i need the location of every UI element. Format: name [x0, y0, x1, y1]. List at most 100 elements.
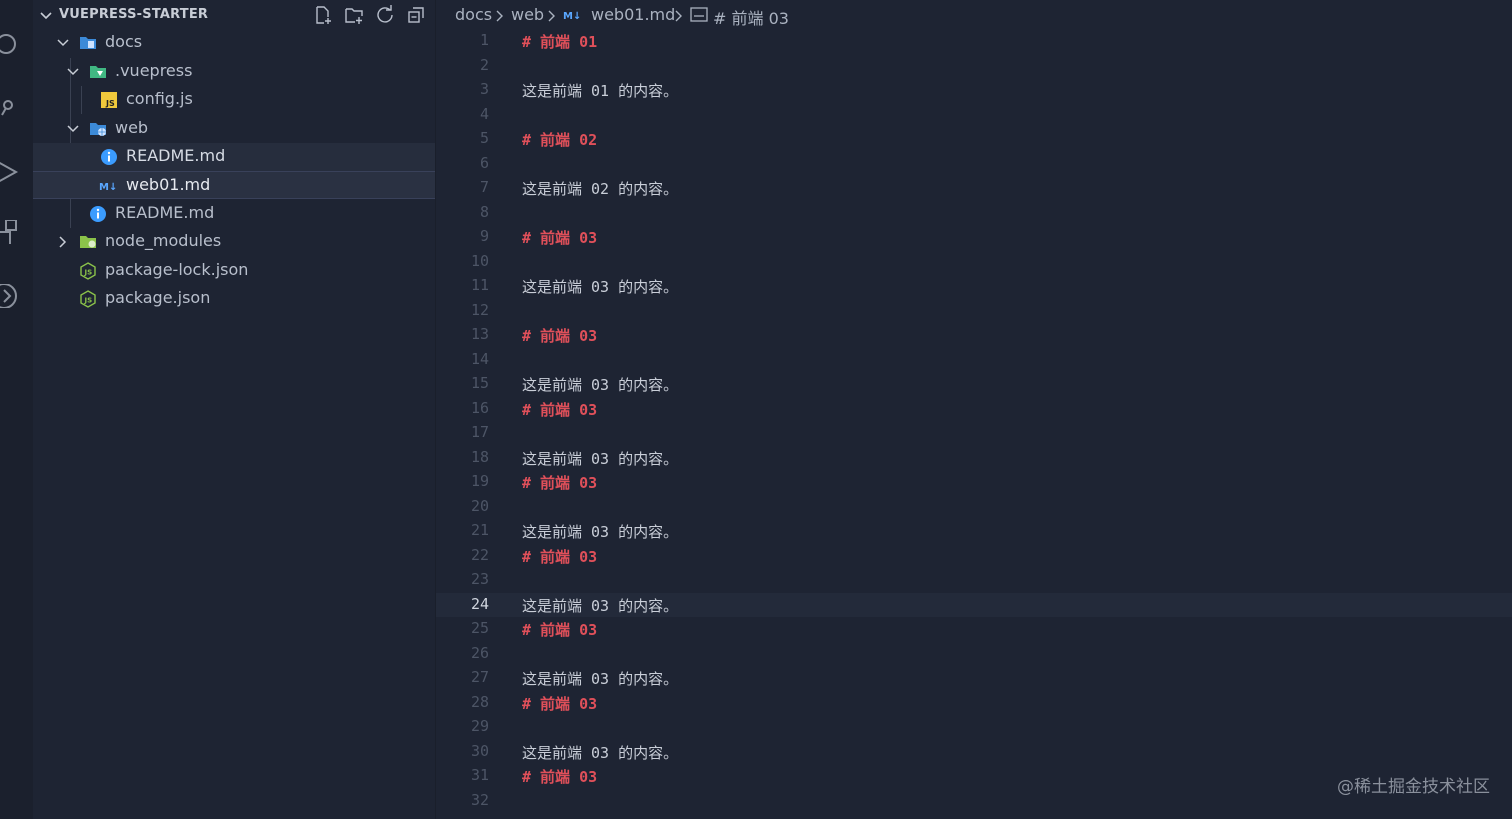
extensions-icon[interactable] — [0, 220, 24, 244]
code-line[interactable]: 15 这是前端 03 的内容。 — [436, 372, 1512, 396]
code-line[interactable]: 7 这是前端 02 的内容。 — [436, 176, 1512, 200]
breadcrumb-web[interactable]: web — [511, 5, 544, 24]
info-icon — [101, 149, 117, 165]
tree-item-label: README.md — [115, 203, 215, 222]
breadcrumb-file[interactable]: web01.md — [591, 5, 675, 24]
code-line[interactable]: 19 # 前端 03 — [436, 470, 1512, 494]
code-line[interactable]: 11 这是前端 03 的内容。 — [436, 274, 1512, 298]
markdown-heading: # 前端 03 — [522, 768, 598, 786]
code-line[interactable]: 20 — [436, 495, 1512, 519]
tree-file-readme-web[interactable]: README.md — [33, 143, 435, 171]
tree-folder-node-modules[interactable]: node_modules — [33, 228, 435, 256]
code-line[interactable]: 6 — [436, 152, 1512, 176]
chevron-right-icon — [675, 10, 682, 22]
code-line[interactable]: 12 — [436, 299, 1512, 323]
tree-file-readme-docs[interactable]: README.md — [33, 200, 435, 228]
code-line[interactable]: 22 # 前端 03 — [436, 544, 1512, 568]
tree-item-label: node_modules — [105, 231, 222, 250]
code-line[interactable]: 16 # 前端 03 — [436, 397, 1512, 421]
source-control-icon[interactable] — [0, 95, 24, 119]
code-line[interactable]: 26 — [436, 642, 1512, 666]
run-debug-icon[interactable] — [0, 160, 24, 184]
code-line[interactable]: 18 这是前端 03 的内容。 — [436, 446, 1512, 470]
timeline-icon[interactable] — [0, 284, 24, 308]
markdown-paragraph: 这是前端 01 的内容。 — [522, 82, 679, 100]
tree-item-label: package.json — [105, 288, 211, 307]
code-line[interactable]: 17 — [436, 421, 1512, 445]
line-number: 1 — [479, 31, 489, 49]
new-file-icon[interactable] — [313, 5, 333, 25]
line-number: 5 — [479, 129, 489, 147]
info-icon — [90, 206, 106, 222]
line-number: 30 — [470, 742, 489, 760]
line-number: 23 — [470, 570, 489, 588]
code-line[interactable]: 14 — [436, 348, 1512, 372]
tree-folder-web[interactable]: web — [33, 115, 435, 143]
breadcrumb-symbol[interactable]: # 前端 03 — [713, 5, 789, 29]
code-line[interactable]: 29 — [436, 715, 1512, 739]
markdown-paragraph: 这是前端 03 的内容。 — [522, 376, 679, 394]
code-line[interactable]: 10 — [436, 250, 1512, 274]
tree-file-config-js[interactable]: JS config.js — [33, 86, 435, 114]
code-line[interactable]: 2 — [436, 54, 1512, 78]
svg-text:JS: JS — [84, 297, 93, 305]
code-line[interactable]: 5 # 前端 02 — [436, 127, 1512, 151]
code-line[interactable]: 1 # 前端 01 — [436, 29, 1512, 53]
line-number: 20 — [470, 497, 489, 515]
tree-folder-docs[interactable]: docs — [33, 29, 435, 57]
code-line[interactable]: 3 这是前端 01 的内容。 — [436, 78, 1512, 102]
tree-file-package-lock[interactable]: JS package-lock.json — [33, 257, 435, 285]
code-line[interactable]: 8 — [436, 201, 1512, 225]
svg-text:JS: JS — [84, 269, 93, 277]
explorer-header[interactable]: VUEPRESS-STARTER — [33, 0, 435, 30]
code-line[interactable]: 27 这是前端 03 的内容。 — [436, 666, 1512, 690]
markdown-paragraph: 这是前端 03 的内容。 — [522, 670, 679, 688]
code-line[interactable]: 23 — [436, 568, 1512, 592]
js-file-icon: JS — [101, 92, 117, 108]
search-icon[interactable] — [0, 32, 24, 56]
line-number: 10 — [470, 252, 489, 270]
code-line[interactable]: 9 # 前端 03 — [436, 225, 1512, 249]
markdown-paragraph: 这是前端 03 的内容。 — [522, 450, 679, 468]
markdown-heading: # 前端 03 — [522, 327, 598, 345]
watermark: @稀土掘金技术社区 — [1337, 777, 1490, 797]
collapse-all-icon[interactable] — [406, 5, 426, 25]
code-line[interactable]: 28 # 前端 03 — [436, 691, 1512, 715]
nodejs-icon: JS — [80, 290, 96, 308]
code-line[interactable]: 13 # 前端 03 — [436, 323, 1512, 347]
breadcrumb-docs[interactable]: docs — [455, 5, 492, 24]
code-line[interactable]: 25 # 前端 03 — [436, 617, 1512, 641]
tree-file-web01-md[interactable]: M↓ web01.md — [33, 171, 435, 199]
refresh-icon[interactable] — [375, 5, 395, 25]
markdown-heading: # 前端 03 — [522, 474, 598, 492]
folder-docs-icon — [80, 37, 96, 49]
code-line[interactable]: 24 这是前端 03 的内容。 — [436, 593, 1512, 617]
explorer-title: VUEPRESS-STARTER — [59, 7, 209, 22]
code-line[interactable]: 21 这是前端 03 的内容。 — [436, 519, 1512, 543]
breadcrumb: docs web M↓ web01.md # 前端 03 — [436, 0, 1512, 30]
new-folder-icon[interactable] — [344, 5, 364, 25]
tree-folder-vuepress[interactable]: .vuepress — [33, 58, 435, 86]
line-number: 17 — [470, 423, 489, 441]
tree-item-label: web01.md — [126, 175, 211, 194]
tree-item-label: web — [115, 118, 149, 137]
line-number: 12 — [470, 301, 489, 319]
line-number: 25 — [470, 619, 489, 637]
tree-item-label: package-lock.json — [105, 260, 249, 279]
tree-file-package-json[interactable]: JS package.json — [33, 285, 435, 313]
line-number: 3 — [479, 80, 489, 98]
code-line[interactable]: 4 — [436, 103, 1512, 127]
code-line[interactable]: 30 这是前端 03 的内容。 — [436, 740, 1512, 764]
line-number: 15 — [470, 374, 489, 392]
symbol-string-icon — [690, 7, 708, 22]
chevron-down-icon — [57, 39, 69, 47]
chevron-down-icon[interactable] — [39, 9, 53, 23]
svg-text:JS: JS — [105, 99, 115, 108]
line-number: 2 — [479, 56, 489, 74]
tree-item-label: docs — [105, 32, 143, 51]
markdown-heading: # 前端 03 — [522, 621, 598, 639]
editor-pane[interactable]: docs web M↓ web01.md # 前端 03 1 # 前端 01 2 3 这… — [436, 0, 1512, 819]
markdown-heading: # 前端 01 — [522, 33, 598, 51]
folder-node-icon — [80, 236, 96, 248]
markdown-paragraph: 这是前端 03 的内容。 — [522, 278, 679, 296]
